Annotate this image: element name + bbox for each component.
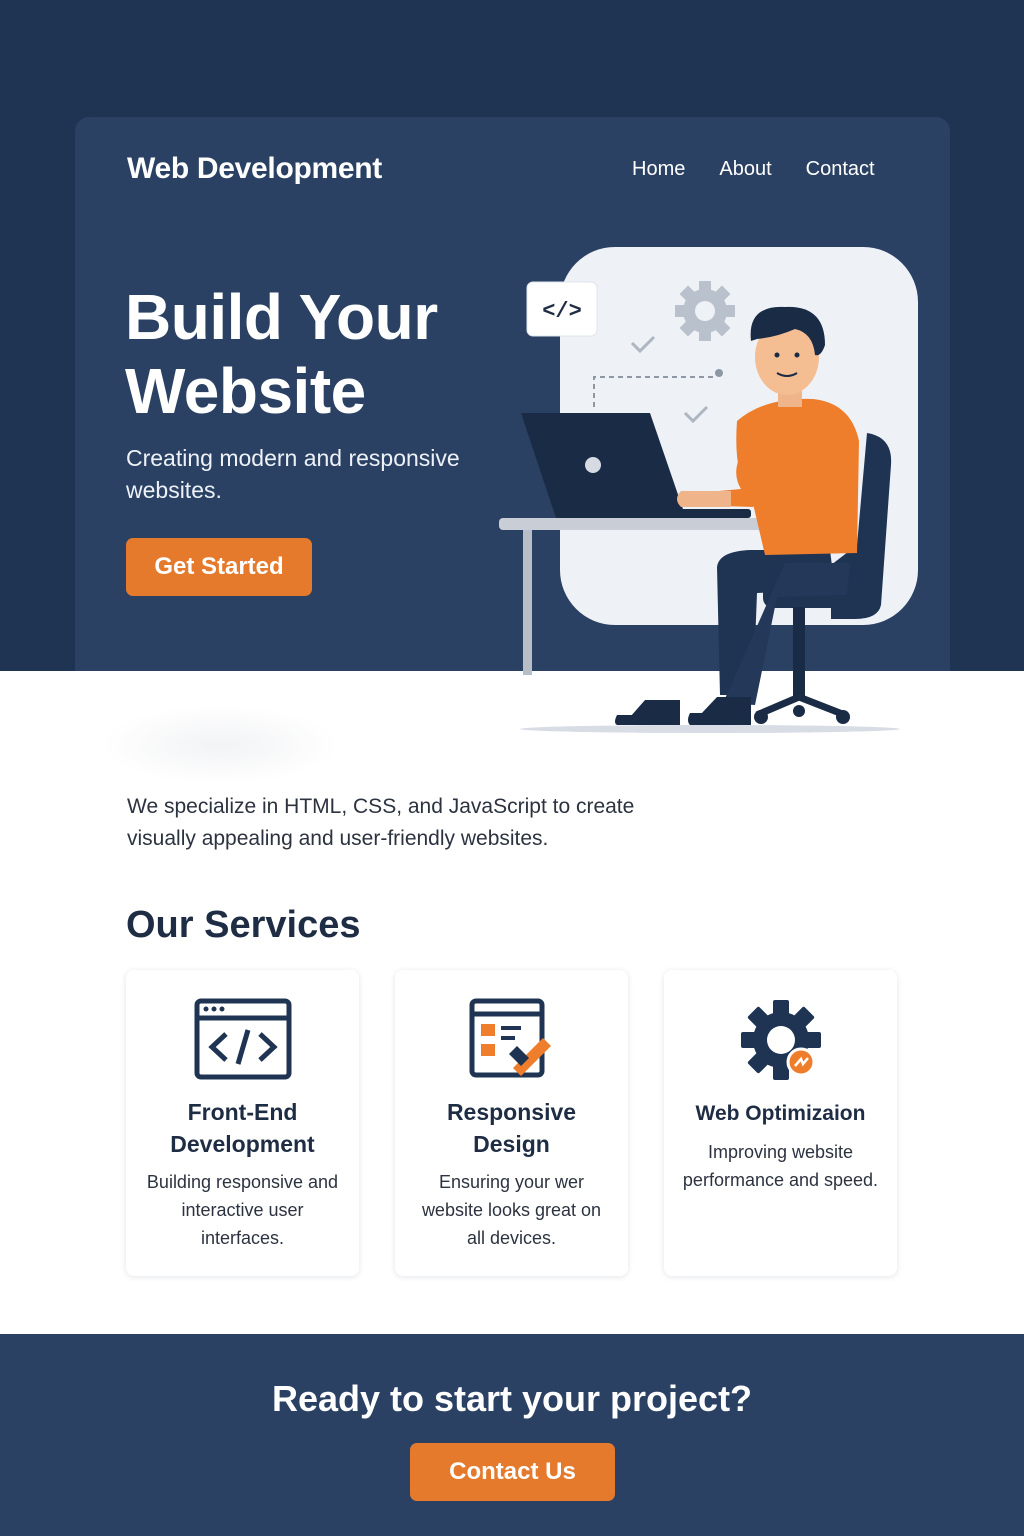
service-card-optimization[interactable]: Web Optimizaion Improving website perfor… (664, 970, 897, 1276)
hero-subtitle: Creating modern and responsive websites. (126, 445, 460, 503)
service-card-front-end[interactable]: Front-End Development Building responsiv… (126, 970, 359, 1276)
code-window-icon (194, 998, 292, 1085)
get-started-button[interactable]: Get Started (126, 538, 312, 596)
intro-text: We specialize in HTML, CSS, and JavaScri… (127, 795, 635, 850)
service-title: Web Optimizaion (695, 1102, 866, 1125)
nav-about-link[interactable]: About (719, 158, 771, 181)
blurred-heading (100, 705, 340, 785)
service-title: Front-End Development (170, 1099, 315, 1157)
nav-home-link[interactable]: Home (632, 158, 685, 181)
main-nav: Home About Contact (632, 158, 875, 181)
developer-illustration: </> (499, 247, 918, 733)
service-description: Building responsive and interactive user… (146, 1172, 339, 1248)
footer-cta-band (0, 1334, 1024, 1536)
brand-logo[interactable]: Web Development (127, 152, 382, 186)
svg-text:</>: </> (542, 299, 582, 324)
footer-cta-title: Ready to start your project? (271, 1378, 753, 1419)
code-badge-icon: </> (526, 281, 598, 337)
design-tools-icon (469, 998, 555, 1085)
services-title: Our Services (126, 904, 361, 946)
service-title: Responsive Design (446, 1099, 577, 1157)
service-description: Ensuring your wer website looks great on… (421, 1172, 602, 1248)
nav-contact-link[interactable]: Contact (806, 158, 875, 181)
contact-us-button[interactable]: Contact Us (410, 1443, 615, 1501)
gear-icon (675, 281, 735, 341)
gear-icon (739, 998, 823, 1087)
hero-title: Build Your Website (125, 281, 438, 427)
service-description: Improving website performance and speed. (682, 1142, 879, 1190)
service-card-responsive[interactable]: Responsive Design Ensuring your wer webs… (395, 970, 628, 1276)
